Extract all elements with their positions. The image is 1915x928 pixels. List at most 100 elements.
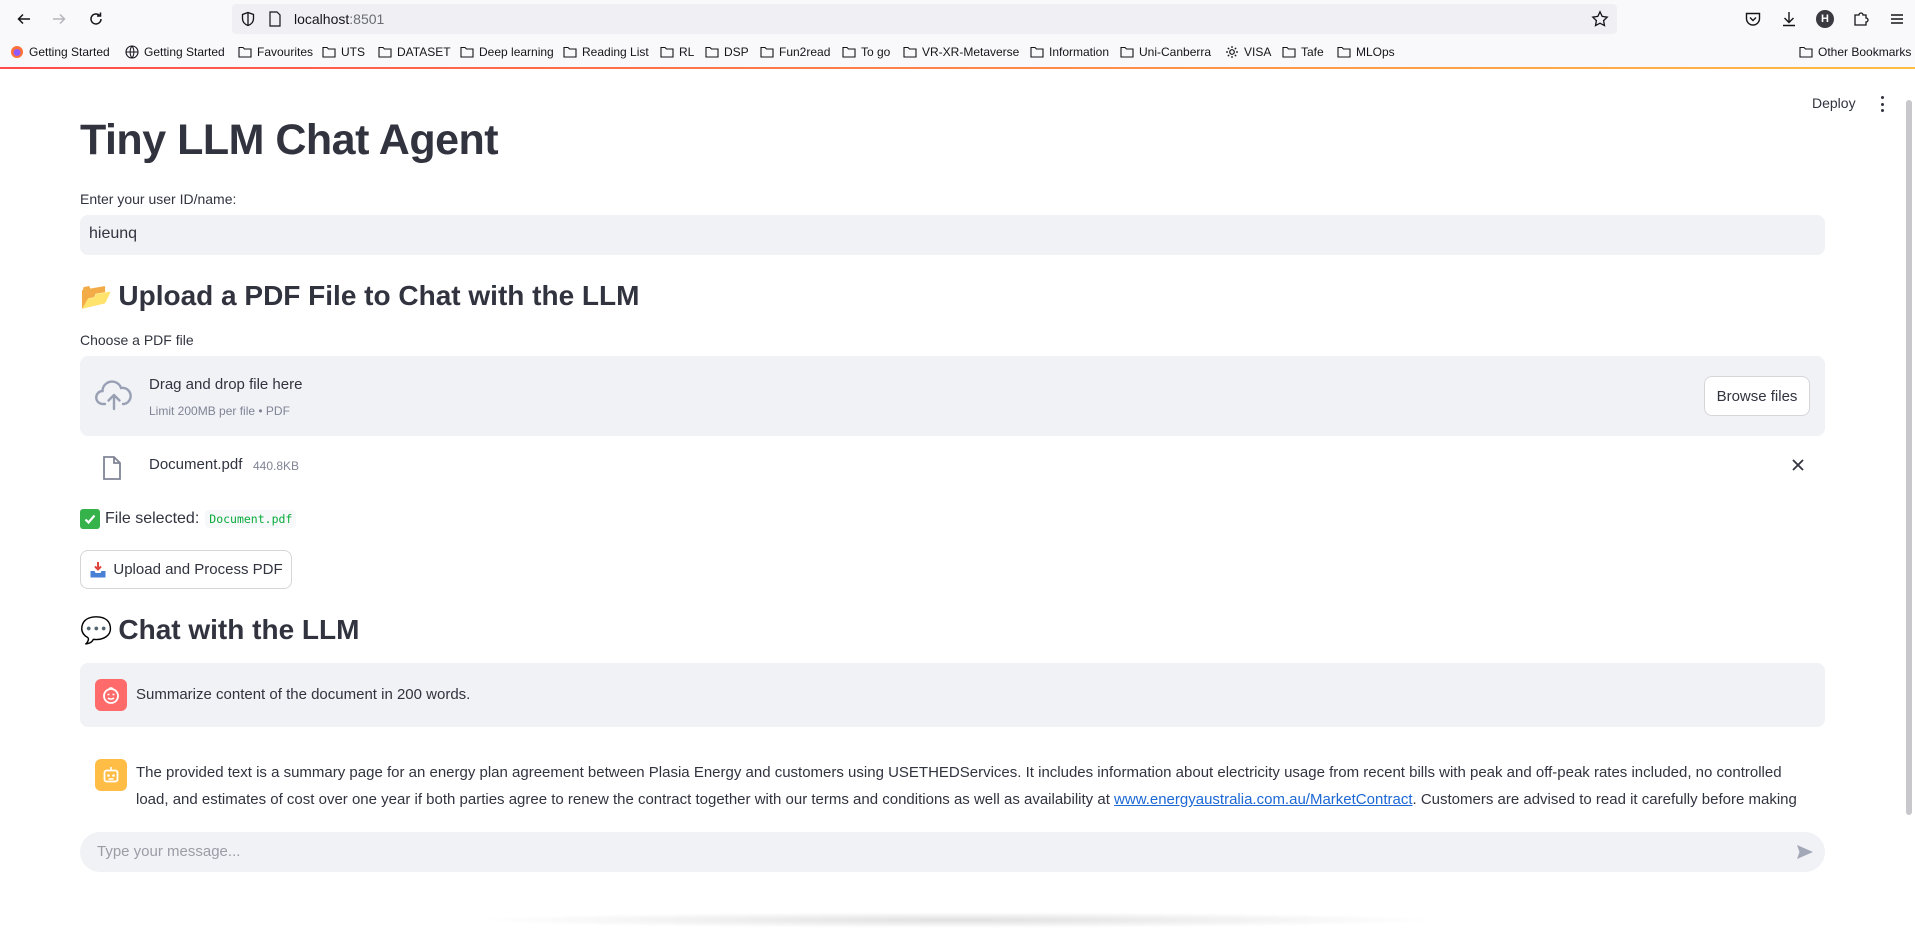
bookmark-label: Getting Started — [29, 45, 110, 59]
bookmark-label: To go — [861, 45, 891, 59]
folder-icon — [378, 46, 397, 58]
bookmark-item[interactable]: VR-XR-Metaverse — [903, 45, 1019, 59]
header-accent-line — [0, 67, 1915, 69]
inbox-tray-icon — [90, 561, 106, 577]
other-bookmarks[interactable]: Other Bookmarks — [1799, 45, 1911, 59]
profile-button[interactable]: H — [1807, 5, 1843, 33]
folder-icon — [760, 46, 779, 58]
user-id-input[interactable]: hieunq — [80, 215, 1825, 255]
market-contract-link[interactable]: www.energyaustralia.com.au/MarketContrac… — [1114, 791, 1412, 808]
extensions-button[interactable] — [1843, 5, 1879, 33]
file-dropzone[interactable]: Drag and drop file here Limit 200MB per … — [80, 356, 1825, 436]
browse-files-button[interactable]: Browse files — [1704, 376, 1810, 416]
reload-icon — [90, 12, 102, 25]
arrow-left-icon — [17, 13, 30, 25]
dropzone-limit: Limit 200MB per file • PDF — [149, 404, 290, 418]
upload-process-button[interactable]: Upload and Process PDF — [80, 550, 292, 589]
reload-button[interactable] — [82, 5, 110, 33]
folder-icon — [1030, 46, 1049, 58]
scrollbar[interactable] — [1906, 100, 1912, 815]
avatar: H — [1816, 10, 1834, 28]
bookmark-label: Reading List — [582, 45, 649, 59]
folder-icon — [460, 46, 479, 58]
bookmark-item[interactable]: Information — [1030, 45, 1109, 59]
chat-input[interactable]: Type your message... — [80, 832, 1825, 872]
arrow-right-icon — [53, 13, 66, 25]
user-message-text: Summarize content of the document in 200… — [136, 686, 471, 703]
pocket-button[interactable] — [1735, 5, 1771, 33]
folder-open-icon: 📂 — [80, 280, 113, 311]
shield-icon[interactable] — [240, 11, 256, 27]
downloads-button[interactable] — [1771, 5, 1807, 33]
upload-heading: 📂 Upload a PDF File to Chat with the LLM — [80, 280, 639, 312]
chat-heading-text: Chat with the LLM — [118, 614, 360, 645]
bookmark-item[interactable]: MLOps — [1337, 45, 1395, 59]
deploy-button[interactable]: Deploy — [1812, 95, 1856, 111]
bookmark-item[interactable]: DSP — [705, 45, 749, 59]
file-icon — [103, 456, 121, 480]
toolbar-right-icons: H — [1735, 5, 1915, 33]
star-icon[interactable] — [1591, 10, 1609, 28]
bookmark-label: Uni-Canberra — [1139, 45, 1212, 59]
folder-icon — [563, 46, 582, 58]
assistant-message-text: The provided text is a summary page for … — [136, 764, 1797, 808]
globe-icon — [125, 45, 144, 59]
cloud-upload-icon — [95, 380, 132, 411]
bookmark-item[interactable]: DATASET — [378, 45, 451, 59]
bookmark-label: Fun2read — [779, 45, 831, 59]
bookmark-label: Deep learning — [479, 45, 554, 59]
back-button[interactable] — [10, 5, 38, 33]
chat-input-placeholder: Type your message... — [97, 843, 241, 860]
bookmark-item[interactable]: Reading List — [563, 45, 649, 59]
bookmark-label: VR-XR-Metaverse — [922, 45, 1020, 59]
bookmark-label: DSP — [724, 45, 749, 59]
file-selected-label: File selected: — [105, 510, 200, 527]
uploader-label: Choose a PDF file — [80, 332, 194, 348]
puzzle-icon — [1854, 12, 1869, 26]
url-bar[interactable]: localhost:8501 — [232, 4, 1617, 34]
folder-icon — [1337, 46, 1356, 58]
chat-heading: 💬 Chat with the LLM — [80, 614, 359, 646]
bookmark-item[interactable]: Getting Started — [125, 45, 225, 59]
user-id-value: hieunq — [89, 225, 138, 242]
file-selected-status: File selected: Document.pdf — [80, 509, 297, 529]
bookmark-item[interactable]: Tafe — [1282, 45, 1324, 59]
check-icon — [80, 509, 100, 529]
assistant-chat-message: The provided text is a summary page for … — [80, 744, 1825, 814]
bookmark-label: MLOps — [1356, 45, 1395, 59]
download-icon — [1783, 12, 1795, 27]
folder-icon — [1799, 46, 1813, 58]
bookmark-item[interactable]: VISA — [1225, 45, 1271, 59]
browser-toolbar: localhost:8501 H — [0, 0, 1915, 38]
bookmark-item[interactable]: Favourites — [238, 45, 313, 59]
bookmark-label: VISA — [1244, 45, 1272, 59]
folder-icon — [1282, 46, 1301, 58]
url-text: localhost:8501 — [294, 11, 385, 27]
forward-button[interactable] — [45, 5, 73, 33]
folder-icon — [705, 46, 724, 58]
bookmark-item[interactable]: UTS — [322, 45, 365, 59]
file-size: 440.8KB — [253, 459, 300, 473]
menu-button[interactable] — [1879, 5, 1915, 33]
close-icon[interactable] — [1791, 458, 1805, 472]
bookmark-item[interactable]: RL — [660, 45, 694, 59]
bookmark-label: Tafe — [1301, 45, 1324, 59]
bookmark-item[interactable]: Deep learning — [460, 45, 554, 59]
folder-icon — [903, 46, 922, 58]
bookmark-item[interactable]: Uni-Canberra — [1120, 45, 1211, 59]
folder-icon — [842, 46, 861, 58]
bookmark-label: UTS — [341, 45, 365, 59]
more-options-button[interactable] — [1876, 95, 1888, 113]
dropzone-instructions: Drag and drop file here — [149, 376, 303, 393]
bookmark-item[interactable]: Fun2read — [760, 45, 830, 59]
robot-avatar-icon — [95, 759, 127, 791]
folder-icon — [322, 46, 341, 58]
bookmark-item[interactable]: To go — [842, 45, 890, 59]
bookmarks-bar: Getting Started Getting Started Favourites… — [0, 38, 1915, 68]
send-icon[interactable] — [1795, 842, 1815, 862]
bookmark-item[interactable]: Getting Started — [10, 45, 110, 59]
uploaded-file-row: Document.pdf 440.8KB — [80, 450, 1825, 486]
speech-bubble-icon: 💬 — [80, 614, 113, 645]
bookmark-label: DATASET — [397, 45, 451, 59]
folder-icon — [660, 46, 679, 58]
